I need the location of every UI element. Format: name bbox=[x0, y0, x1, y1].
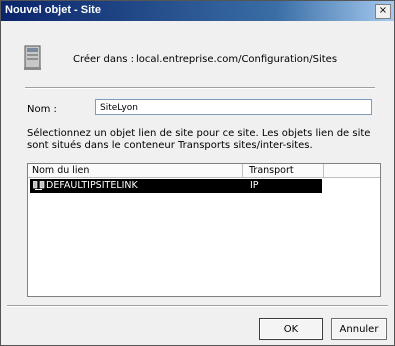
site-link-list[interactable]: Nom du lien Transport DEFAULTIPSITELINK … bbox=[27, 163, 381, 297]
link-name-cell: DEFAULTIPSITELINK bbox=[46, 180, 138, 191]
site-link-icon bbox=[33, 181, 45, 190]
transport-cell: IP bbox=[250, 180, 259, 191]
window-title: Nouvel objet - Site bbox=[5, 4, 101, 16]
list-header: Nom du lien Transport bbox=[28, 164, 380, 178]
name-input[interactable]: SiteLyon bbox=[95, 99, 372, 115]
create-in-path: local.entreprise.com/Configuration/Sites bbox=[136, 54, 338, 65]
close-icon: × bbox=[378, 5, 388, 16]
list-item[interactable]: DEFAULTIPSITELINK IP bbox=[30, 179, 322, 193]
instructions-text: Sélectionnez un objet lien de site pour … bbox=[27, 128, 371, 151]
name-label: Nom : bbox=[27, 104, 57, 115]
column-header-link-name[interactable]: Nom du lien bbox=[28, 164, 243, 177]
cancel-button[interactable]: Annuler bbox=[331, 318, 387, 340]
title-bar[interactable]: Nouvel objet - Site × bbox=[1, 1, 394, 21]
footer-separator bbox=[7, 305, 388, 307]
header-separator bbox=[25, 87, 375, 89]
create-in-label: Créer dans : bbox=[73, 54, 135, 65]
site-object-icon bbox=[24, 45, 41, 70]
new-site-dialog: Nouvel objet - Site × Créer dans : local… bbox=[0, 0, 395, 346]
ok-button[interactable]: OK bbox=[259, 318, 323, 340]
close-button[interactable]: × bbox=[375, 4, 391, 19]
column-header-transport[interactable]: Transport bbox=[244, 164, 324, 177]
